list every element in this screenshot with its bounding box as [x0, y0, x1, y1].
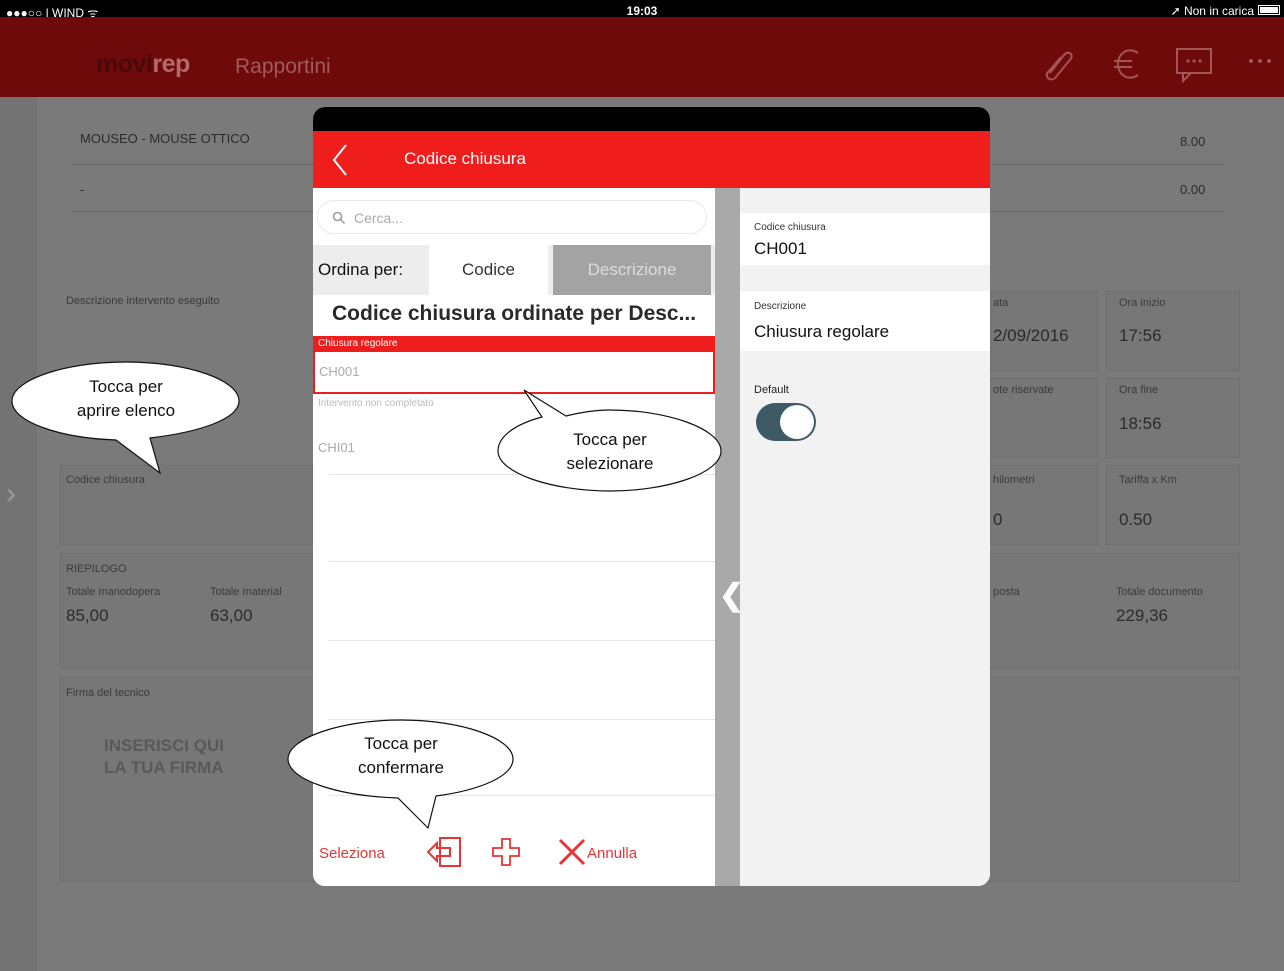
more-icon[interactable] [1246, 57, 1276, 65]
ora-inizio-value: 17:56 [1119, 326, 1162, 345]
modal-title: Codice chiusura [404, 149, 526, 168]
callout-confirm: Tocca per confermare [286, 718, 516, 830]
sort-row: Ordina per: Codice Descrizione [313, 245, 715, 295]
battery-status-label: ➚ Non in carica [1170, 4, 1254, 18]
search-icon [332, 211, 346, 225]
group-header-selected: Chiusura regolare [313, 336, 715, 352]
detail-pane: Codice chiusura CH001 Descrizione Chiusu… [740, 188, 990, 886]
side-drawer-handle[interactable]: › [0, 97, 37, 971]
callout-line-2: confermare [358, 758, 444, 777]
euro-icon[interactable] [1112, 47, 1142, 81]
firma-label: Firma del tecnico [66, 687, 150, 699]
detail-desc-value: Chiusura regolare [754, 322, 890, 341]
section-title: Rapportini [235, 55, 331, 78]
firma-line-2: LA TUA FIRMA [104, 758, 224, 777]
select-arrow-icon[interactable] [426, 835, 464, 869]
sort-label: Ordina per: [318, 260, 404, 279]
totale-manodopera-label: Totale manodopera [66, 586, 161, 598]
clock-label: 19:03 [626, 4, 658, 18]
chevron-right-icon: › [6, 477, 16, 510]
battery-icon [1258, 5, 1280, 15]
sort-by-descrizione-button[interactable]: Descrizione [553, 245, 711, 295]
annulla-button[interactable]: Annulla [587, 845, 637, 862]
totale-materiali-value: 63,00 [210, 606, 253, 625]
row-item-value: 0.00 [1180, 182, 1206, 197]
note-riservate-label: ote riservate [993, 384, 1054, 396]
callout-line-2: selezionare [566, 454, 654, 473]
list-title: Codice chiusura ordinate per Desc... [332, 302, 697, 325]
modal-top-bar [313, 107, 990, 131]
row-item-label: MOUSEO - MOUSE OTTICO [80, 131, 250, 146]
callout-line-2: aprire elenco [76, 401, 176, 420]
divider [329, 640, 715, 641]
firma-placeholder: INSERISCI QUI LA TUA FIRMA [104, 735, 224, 779]
back-arrow-icon[interactable] [331, 143, 349, 177]
callout-line-1: Tocca per [89, 377, 163, 396]
tariffa-value: 0.50 [1119, 510, 1153, 529]
toggle-knob [780, 405, 814, 439]
ora-inizio-label: Ora inizio [1119, 297, 1166, 309]
logo-part-movi: movi [96, 50, 153, 78]
ora-fine-value: 18:56 [1119, 414, 1162, 433]
default-label: Default [754, 384, 789, 396]
add-icon[interactable] [491, 837, 521, 867]
group-header: Intervento non completato [318, 398, 434, 409]
paperclip-icon[interactable] [1040, 47, 1074, 81]
km-label: hilometri [993, 474, 1035, 486]
riepilogo-label: RIEPILOGO [66, 563, 127, 575]
search-field[interactable] [317, 200, 707, 234]
data-label: ata [993, 297, 1009, 309]
modal-header: Codice chiusura [313, 131, 990, 188]
detail-code-field: Codice chiusura CH001 [740, 213, 990, 265]
imposta-label: posta [993, 586, 1020, 598]
firma-line-1: INSERISCI QUI [104, 736, 224, 755]
totale-manodopera-value: 85,00 [66, 606, 109, 625]
codice-chiusura-label: Codice chiusura [66, 474, 145, 486]
pane-divider[interactable]: ❮ [715, 188, 744, 886]
logo-part-rep: rep [152, 50, 190, 78]
app-logo: movirep [96, 50, 190, 79]
list-item-code: CH001 [319, 364, 360, 379]
totale-documento-label: Totale documento [1116, 586, 1203, 598]
sort-by-codice-button[interactable]: Codice [429, 245, 548, 295]
callout-line-1: Tocca per [364, 734, 438, 753]
close-icon[interactable] [557, 837, 587, 867]
totale-materiali-label: Totale material [210, 586, 282, 598]
callout-line-1: Tocca per [573, 430, 647, 449]
callout-select: Tocca per selezionare [496, 388, 724, 494]
detail-desc-label: Descrizione [754, 301, 807, 312]
divider [329, 561, 715, 562]
seleziona-button[interactable]: Seleziona [319, 845, 385, 862]
list-item[interactable]: CHI01 [318, 440, 355, 455]
modal-toolbar: Seleziona Annulla [313, 823, 715, 886]
row-item-value: 8.00 [1180, 134, 1206, 149]
detail-code-label: Codice chiusura [754, 222, 826, 233]
totale-documento-value: 229,36 [1116, 606, 1168, 625]
detail-desc-field: Descrizione Chiusura regolare [740, 291, 990, 351]
chat-icon[interactable] [1175, 47, 1215, 83]
descrizione-label: Descrizione intervento eseguito [66, 295, 220, 307]
callout-open-list: Tocca per aprire elenco [10, 360, 242, 475]
data-value: 2/09/2016 [993, 326, 1069, 345]
default-toggle[interactable] [756, 403, 816, 441]
km-value: 0 [993, 510, 1003, 529]
detail-code-value: CH001 [754, 239, 807, 258]
app-header: movirep Rapportini [0, 17, 1284, 97]
ora-fine-label: Ora fine [1119, 384, 1159, 396]
search-input[interactable] [354, 207, 694, 229]
tariffa-label: Tariffa x Km [1119, 474, 1177, 486]
row-item-label: - [80, 182, 85, 197]
